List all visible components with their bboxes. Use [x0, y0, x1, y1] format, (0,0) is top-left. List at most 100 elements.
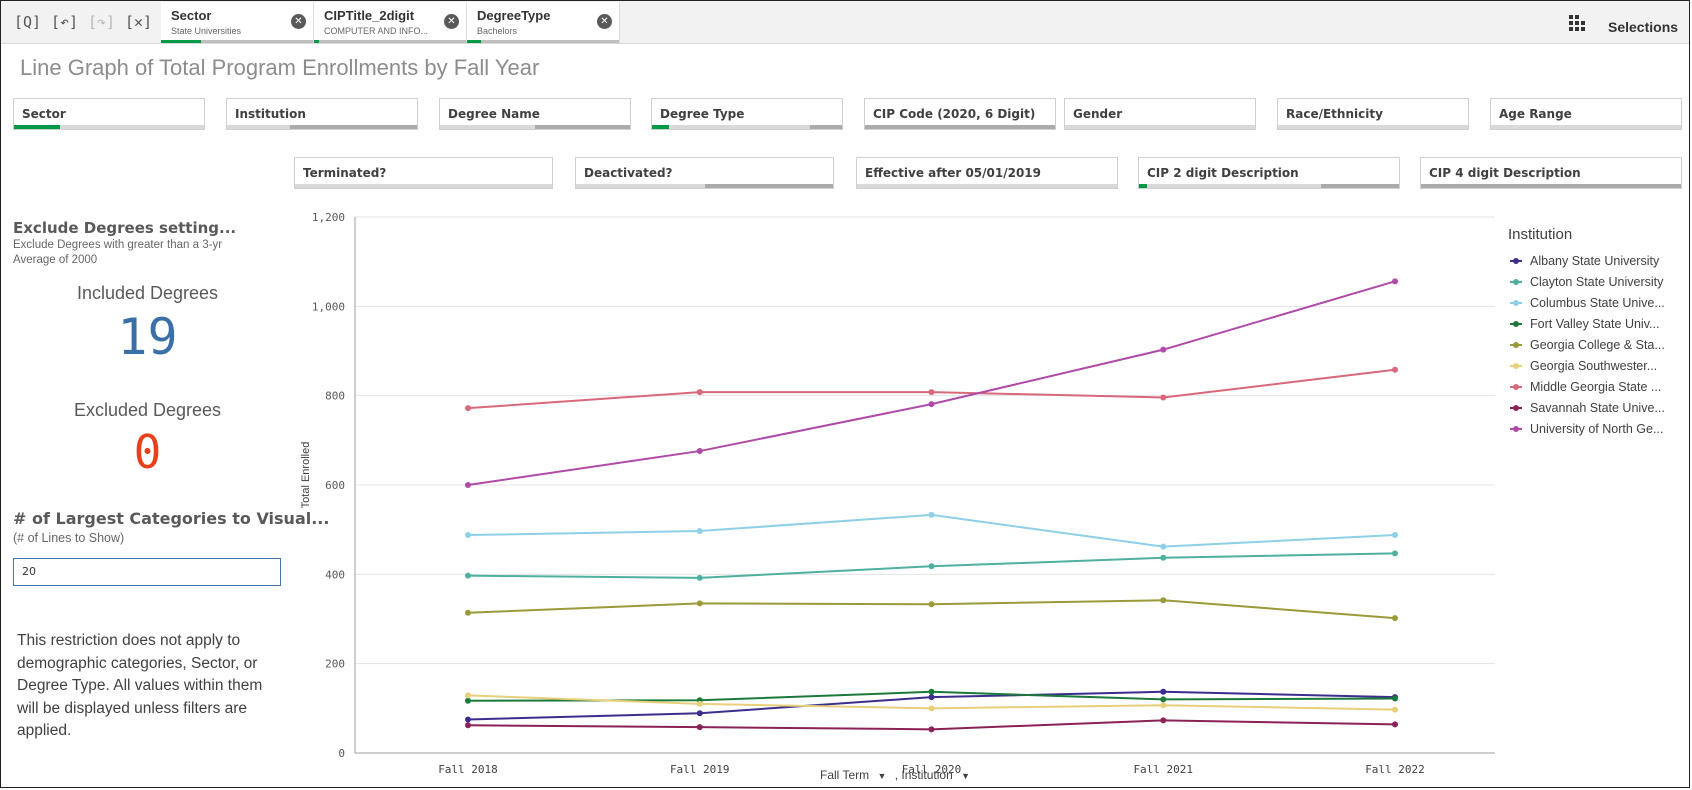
largest-categories-input[interactable]: 20 — [13, 558, 281, 586]
data-point[interactable] — [465, 722, 471, 729]
data-point[interactable] — [1392, 550, 1398, 557]
legend-item[interactable]: Clayton State University — [1508, 274, 1684, 292]
data-point[interactable] — [465, 716, 471, 723]
filter-sector[interactable]: Sector — [13, 98, 205, 130]
legend-item[interactable]: Savannah State Unive... — [1508, 400, 1684, 418]
data-point[interactable] — [1392, 706, 1398, 713]
step-back-icon[interactable]: [↶] — [51, 12, 78, 32]
data-point[interactable] — [696, 600, 703, 607]
legend-item[interactable]: Georgia College & Sta... — [1508, 337, 1684, 355]
data-point[interactable] — [928, 726, 935, 733]
chevron-down-icon[interactable]: ▼ — [877, 771, 886, 781]
data-point[interactable] — [1160, 554, 1167, 561]
filter-degree-type[interactable]: Degree Type — [651, 98, 843, 130]
data-point[interactable] — [465, 482, 471, 488]
selections-button[interactable]: Selections — [1608, 19, 1678, 35]
data-point[interactable] — [928, 705, 935, 712]
data-point[interactable] — [1392, 278, 1398, 285]
data-point[interactable] — [1160, 696, 1167, 703]
filter-bar — [227, 125, 417, 129]
filter-label: Gender — [1073, 107, 1123, 121]
filter-label: Institution — [235, 107, 306, 121]
filter-bar — [1278, 125, 1468, 129]
filter-deactivated[interactable]: Deactivated? — [575, 157, 834, 189]
data-point[interactable] — [696, 528, 703, 535]
legend-item[interactable]: University of North Ge... — [1508, 421, 1684, 439]
legend-item[interactable]: Albany State University — [1508, 253, 1684, 271]
close-icon[interactable]: ✕ — [597, 14, 612, 29]
data-point[interactable] — [1160, 543, 1167, 550]
data-point[interactable] — [928, 511, 935, 518]
legend-item[interactable]: Middle Georgia State ... — [1508, 379, 1684, 397]
data-point[interactable] — [465, 697, 471, 704]
data-point[interactable] — [1392, 532, 1398, 539]
data-point[interactable] — [696, 700, 703, 707]
legend-item[interactable]: Georgia Southwester... — [1508, 358, 1684, 376]
filter-effective-after[interactable]: Effective after 05/01/2019 — [856, 157, 1118, 189]
clear-selections-icon[interactable]: [✕] — [125, 12, 152, 32]
data-point[interactable] — [465, 692, 471, 699]
x-axis-title[interactable]: Fall Term ▼ , Institution ▼ — [820, 768, 970, 782]
data-point[interactable] — [1392, 721, 1398, 728]
data-point[interactable] — [465, 572, 471, 579]
legend-item[interactable]: Fort Valley State Univ... — [1508, 316, 1684, 334]
chevron-down-icon[interactable]: ▼ — [961, 771, 970, 781]
data-point[interactable] — [696, 574, 703, 581]
data-point[interactable] — [928, 688, 935, 695]
data-point[interactable] — [696, 724, 703, 731]
data-point[interactable] — [1160, 346, 1167, 353]
data-point[interactable] — [1160, 688, 1167, 695]
y-tick-label: 600 — [325, 479, 345, 492]
filter-cip-code[interactable]: CIP Code (2020, 6 Digit) — [864, 98, 1056, 130]
close-icon[interactable]: ✕ — [444, 14, 459, 29]
filter-label: Degree Name — [448, 107, 540, 121]
toolbar: [Q] [↶] [↷] [✕] Sector State Universitie… — [1, 1, 1689, 44]
data-point[interactable] — [1160, 597, 1167, 604]
data-point[interactable] — [696, 448, 703, 455]
filter-label: Terminated? — [303, 166, 387, 180]
smart-search-icon[interactable]: [Q] — [14, 12, 41, 32]
series-line[interactable] — [467, 513, 1396, 548]
filter-terminated[interactable]: Terminated? — [294, 157, 553, 189]
filter-age-range[interactable]: Age Range — [1490, 98, 1682, 130]
filter-degree-name[interactable]: Degree Name — [439, 98, 631, 130]
filter-bar — [576, 184, 833, 188]
legend-label: Fort Valley State Univ... — [1530, 317, 1660, 331]
filter-race-ethnicity[interactable]: Race/Ethnicity — [1277, 98, 1469, 130]
legend-item[interactable]: Columbus State Unive... — [1508, 295, 1684, 313]
data-point[interactable] — [928, 694, 935, 701]
data-point[interactable] — [465, 609, 471, 616]
data-point[interactable] — [1392, 695, 1398, 702]
data-point[interactable] — [928, 563, 935, 570]
series-line[interactable] — [467, 280, 1396, 486]
data-point[interactable] — [1160, 702, 1167, 709]
data-point[interactable] — [1392, 366, 1398, 373]
close-icon[interactable]: ✕ — [291, 14, 306, 29]
selections-icon[interactable] — [1569, 15, 1587, 31]
data-point[interactable] — [928, 389, 935, 396]
y-axis-ticks: 0 200 400 600 800 1,000 1,200 — [312, 211, 345, 760]
data-point[interactable] — [1392, 615, 1398, 622]
filter-gender[interactable]: Gender — [1064, 98, 1256, 130]
selection-chip-sector[interactable]: Sector State Universities ✕ — [161, 2, 314, 43]
data-point[interactable] — [696, 389, 703, 396]
y-tick-label: 400 — [325, 568, 345, 581]
data-point[interactable] — [1160, 717, 1167, 724]
filter-label: CIP Code (2020, 6 Digit) — [873, 107, 1036, 121]
data-point[interactable] — [465, 532, 471, 539]
selection-chip-ciptitle[interactable]: CIPTitle_2digit COMPUTER AND INFO... ✕ — [314, 2, 467, 43]
filter-institution[interactable]: Institution — [226, 98, 418, 130]
chip-value: Bachelors — [477, 26, 518, 36]
filter-cip-2-digit[interactable]: CIP 2 digit Description — [1138, 157, 1400, 189]
data-point[interactable] — [928, 401, 935, 408]
data-point[interactable] — [696, 710, 703, 717]
selection-chip-degreetype[interactable]: DegreeType Bachelors ✕ — [467, 2, 620, 43]
x-tick-label: Fall 2021 — [1133, 763, 1193, 776]
data-point[interactable] — [928, 601, 935, 608]
line-chart[interactable]: Total Enrolled 0 200 400 600 800 1,000 1,200 F… — [290, 205, 1505, 785]
filter-cip-4-digit[interactable]: CIP 4 digit Description — [1420, 157, 1682, 189]
data-point[interactable] — [1160, 394, 1167, 401]
step-forward-icon[interactable]: [↷] — [88, 12, 115, 32]
data-point[interactable] — [465, 405, 471, 412]
legend-marker — [1513, 426, 1519, 432]
